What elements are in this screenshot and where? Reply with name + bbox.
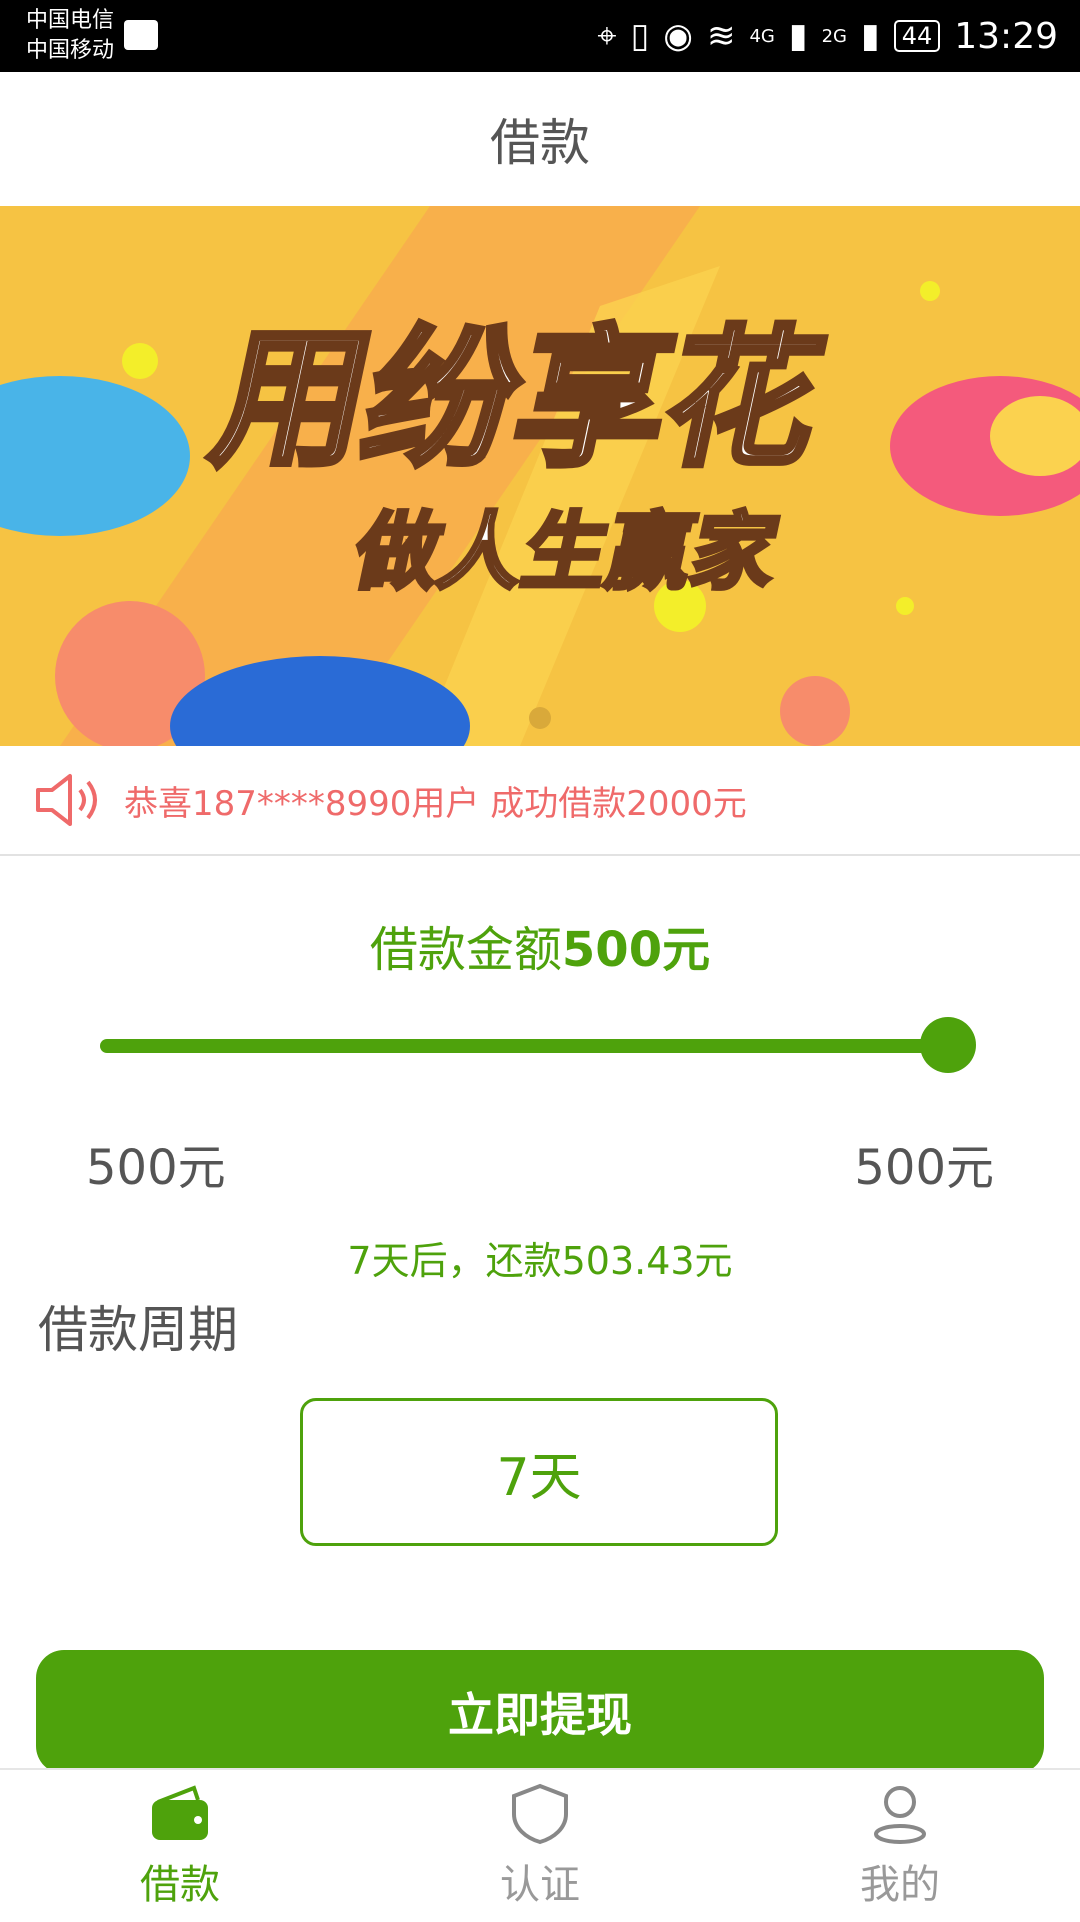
- battery-icon: 44: [893, 20, 941, 52]
- notice-bar: 恭喜187****8990用户 成功借款2000元: [0, 746, 1080, 856]
- status-bar: 中国电信 中国移动 ⌖ ▯ ◉ ≋ 4G ▮ 2G ▮ 44 13:29: [0, 0, 1080, 72]
- amount-slider-track[interactable]: [100, 1039, 950, 1053]
- nav-item-mine[interactable]: 我的: [720, 1770, 1080, 1922]
- page-title: 借款: [490, 114, 590, 172]
- wifi-icon: ≋: [706, 16, 736, 56]
- nav-label-loan: 借款: [140, 1862, 220, 1908]
- amount-slider-thumb[interactable]: [920, 1017, 976, 1073]
- eye-icon: ◉: [663, 16, 693, 56]
- loan-amount-value: 500元: [561, 922, 711, 978]
- carrier-info: 中国电信 中国移动: [26, 6, 114, 66]
- vibrate-icon: ▯: [630, 16, 650, 56]
- nav-label-mine: 我的: [860, 1862, 940, 1908]
- slider-max-label: 500元: [854, 1140, 994, 1196]
- nav-label-verify: 认证: [500, 1862, 580, 1908]
- loan-period-label: 借款周期: [38, 1301, 238, 1359]
- repayment-info: 7天后，还款503.43元: [347, 1239, 733, 1283]
- banner-artwork: 用纷享花 做人生赢家: [0, 206, 1080, 746]
- speaker-icon: [36, 774, 97, 826]
- notice-text: 恭喜187****8990用户 成功借款2000元: [124, 783, 747, 824]
- carousel-indicator[interactable]: [529, 707, 551, 729]
- carrier-telecom: 中国电信: [26, 8, 115, 33]
- nav-item-loan[interactable]: 借款: [0, 1770, 360, 1922]
- bottom-nav: 借款 认证 我的: [0, 1768, 1080, 1922]
- network-4g-label: 4G: [749, 25, 775, 47]
- signal-icon: ▮: [788, 16, 808, 56]
- status-icons: ⌖ ▯ ◉ ≋ 4G ▮ 2G ▮ 44 13:29: [597, 12, 1058, 60]
- loan-amount-label: 借款金额: [369, 922, 562, 978]
- carrier-mobile: 中国移动: [26, 38, 115, 63]
- activity-monitor-icon: [124, 20, 158, 50]
- network-2g-label: 2G: [821, 25, 847, 47]
- app-header: 借款: [0, 72, 1080, 206]
- withdraw-button[interactable]: 立即提现: [36, 1650, 1044, 1774]
- location-icon: ⌖: [597, 16, 617, 56]
- promo-banner[interactable]: 用纷享花 做人生赢家: [0, 206, 1080, 746]
- slider-min-label: 500元: [86, 1140, 226, 1196]
- clock: 13:29: [954, 15, 1058, 57]
- banner-headline: 用纷享花: [200, 312, 837, 487]
- banner-subline: 做人生赢家: [345, 504, 787, 602]
- wallet-icon: [152, 1785, 208, 1840]
- signal-icon: ▮: [860, 16, 880, 56]
- nav-item-verify[interactable]: 认证: [360, 1770, 720, 1922]
- user-icon: [874, 1786, 926, 1844]
- loan-amount-heading: 借款金额500元: [0, 910, 1080, 980]
- shield-icon: [512, 1783, 568, 1845]
- period-option-7-days[interactable]: 7天: [300, 1398, 778, 1546]
